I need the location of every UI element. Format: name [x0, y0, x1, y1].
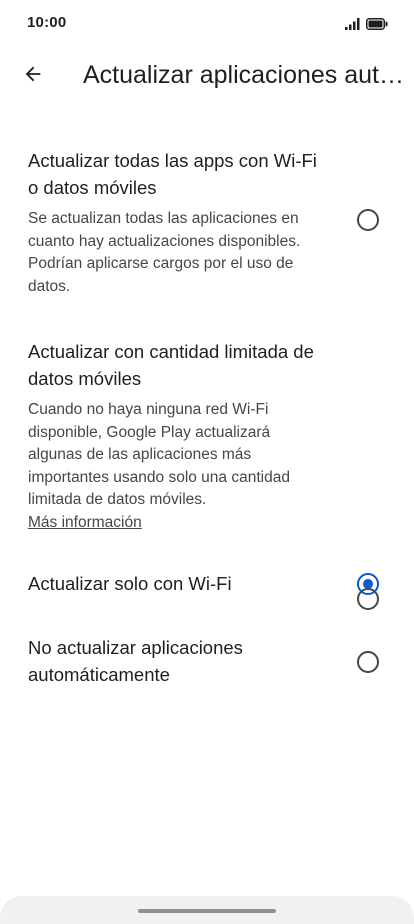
app-bar: Actualizar aplicaciones automáticamente	[0, 48, 414, 104]
radio-button-selected[interactable]	[357, 573, 379, 595]
more-info-link[interactable]: Más información	[28, 512, 324, 535]
status-time: 10:00	[27, 14, 67, 31]
radio-button[interactable]	[357, 651, 379, 673]
navigation-bar	[0, 896, 414, 924]
option-title: No actualizar aplicaciones automáticamen…	[28, 637, 243, 685]
home-indicator[interactable]	[138, 909, 276, 913]
option-all-networks[interactable]: Actualizar todas las apps con Wi-Fi o da…	[0, 128, 414, 298]
option-title: Actualizar solo con Wi-Fi	[28, 573, 232, 594]
status-bar: 10:00	[0, 0, 414, 48]
arrow-back-icon	[22, 63, 44, 90]
option-description: Cuando no haya ninguna red Wi-Fi disponi…	[28, 401, 290, 508]
option-title: Actualizar con cantidad limitada de dato…	[28, 341, 314, 389]
option-description: Se actualizan todas las aplicaciones en …	[28, 210, 301, 295]
battery-icon	[366, 17, 388, 35]
radio-button[interactable]	[357, 209, 379, 231]
status-icons	[345, 17, 388, 35]
option-wifi-only[interactable]: Actualizar solo con Wi-Fi	[0, 534, 414, 597]
page-title: Actualizar aplicaciones automáticamente	[83, 61, 405, 89]
option-title: Actualizar todas las apps con Wi-Fi o da…	[28, 150, 317, 198]
option-no-auto-update[interactable]: No actualizar aplicaciones automáticamen…	[0, 597, 414, 688]
update-options-list: Actualizar todas las apps con Wi-Fi o da…	[0, 128, 414, 688]
back-button[interactable]	[15, 58, 51, 94]
option-limited-data[interactable]: Actualizar con cantidad limitada de dato…	[0, 298, 414, 610]
signal-icon	[345, 17, 361, 35]
